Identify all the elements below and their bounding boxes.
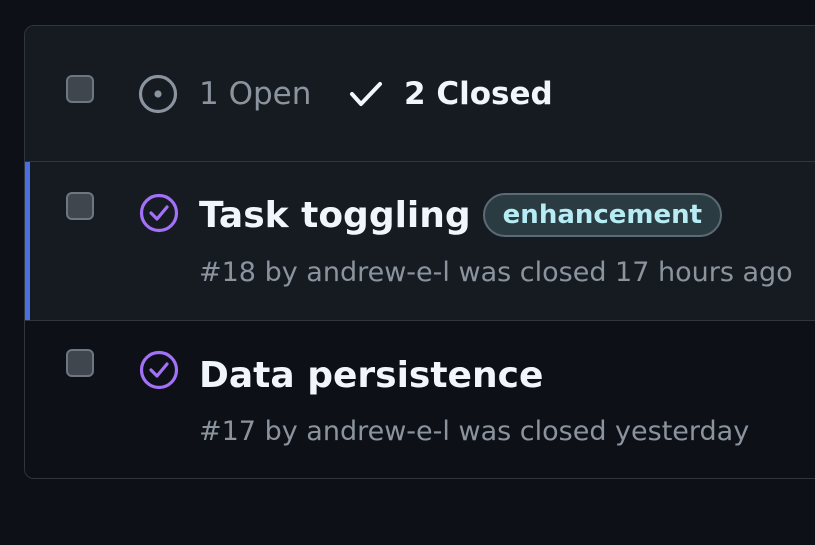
issue-title-link[interactable]: Data persistence (199, 355, 543, 396)
issue-title-line: Task toggling enhancement (199, 189, 723, 241)
open-issues-tab[interactable]: 1 Open (137, 26, 311, 161)
closed-issues-label: 2 Closed (404, 75, 553, 112)
issue-title-link[interactable]: Task toggling (199, 195, 471, 236)
issue-meta: #18 by andrew-e-l was closed 17 hours ag… (199, 257, 793, 288)
issue-row[interactable]: Data persistence #17 by andrew-e-l was c… (25, 321, 815, 478)
check-icon (348, 79, 384, 109)
select-all-checkbox[interactable] (66, 75, 94, 103)
issue-status-text: was closed yesterday (458, 416, 750, 447)
issue-checkbox[interactable] (66, 349, 94, 377)
issue-by-text: by (264, 416, 298, 447)
issue-open-icon (137, 73, 179, 115)
issue-meta: #17 by andrew-e-l was closed yesterday (199, 416, 749, 447)
open-issues-label: 1 Open (199, 75, 312, 112)
issue-author-link[interactable]: andrew-e-l (306, 257, 450, 288)
issue-row[interactable]: Task toggling enhancement #18 by andrew-… (25, 162, 815, 321)
issue-label-badge[interactable]: enhancement (482, 193, 723, 237)
closed-issues-tab[interactable]: 2 Closed (348, 26, 553, 161)
issue-by-text: by (264, 257, 298, 288)
issue-author-link[interactable]: andrew-e-l (306, 416, 450, 447)
issue-title-line: Data persistence (199, 349, 543, 401)
issue-number: #17 (199, 416, 256, 447)
issue-closed-icon (139, 350, 179, 390)
issue-number: #18 (199, 257, 256, 288)
selected-row-indicator (25, 162, 30, 320)
issue-closed-icon (139, 193, 179, 233)
issue-status-text: was closed 17 hours ago (458, 257, 793, 288)
issues-list-header: 1 Open 2 Closed (25, 26, 815, 162)
issues-list-panel: 1 Open 2 Closed Task toggling enhancemen… (24, 25, 815, 479)
issue-checkbox[interactable] (66, 192, 94, 220)
